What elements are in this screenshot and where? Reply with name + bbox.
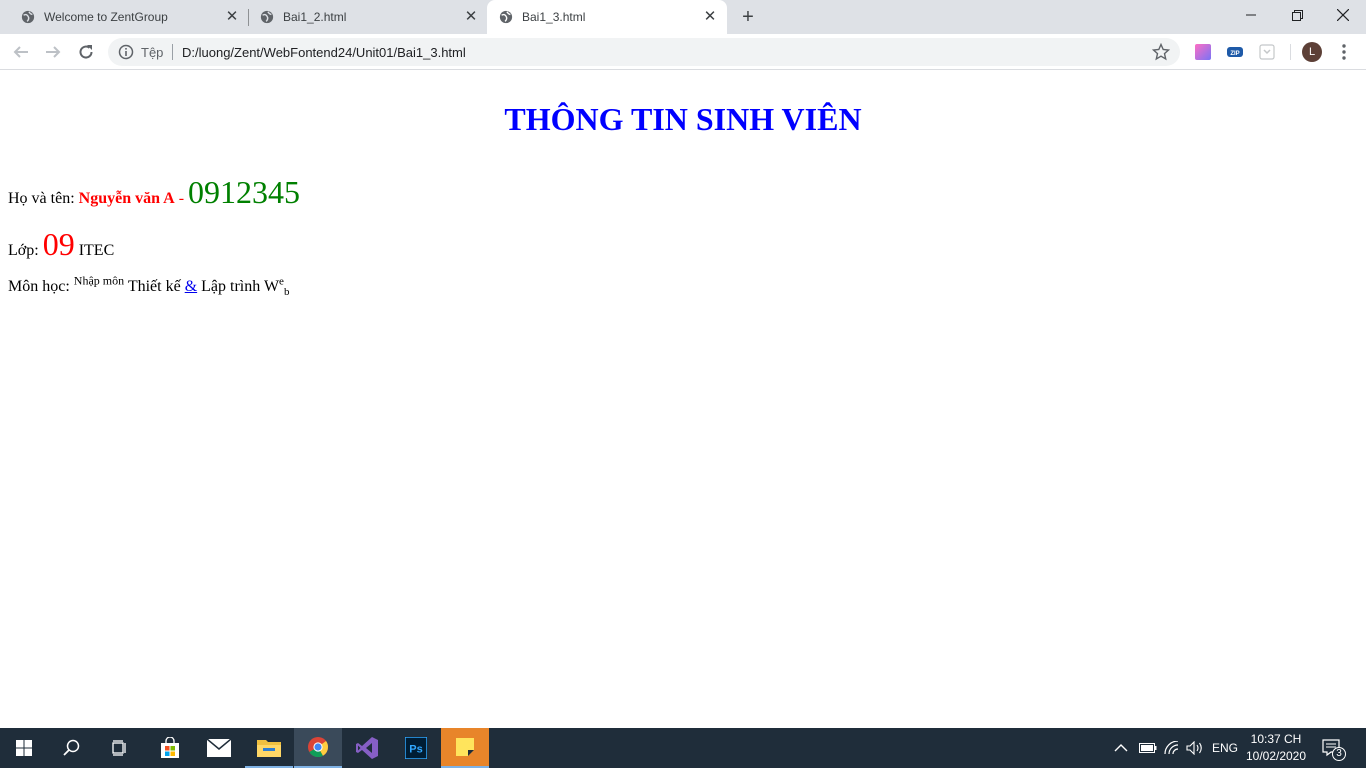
system-clock[interactable]: 10:37 CH 10/02/2020	[1236, 731, 1316, 765]
wifi-icon	[1164, 741, 1179, 755]
star-icon[interactable]	[1152, 43, 1170, 61]
toolbar-divider	[1290, 44, 1291, 60]
close-icon	[1337, 9, 1349, 21]
arrow-right-icon	[46, 46, 61, 58]
globe-icon	[499, 10, 513, 24]
speaker-icon	[1186, 741, 1202, 755]
input-language[interactable]: ENG	[1212, 728, 1238, 768]
subject-part2: Lập trình W	[197, 278, 280, 295]
svg-text:ZIP: ZIP	[1230, 51, 1239, 57]
photoshop-icon: Ps	[405, 737, 427, 759]
omnibox-divider	[172, 44, 173, 60]
subject-part1: Thiết kế	[124, 278, 185, 295]
tab-bai1-2[interactable]: Bai1_2.html ✕	[239, 0, 487, 34]
reload-button[interactable]	[75, 41, 97, 63]
more-menu-icon[interactable]	[1337, 42, 1351, 62]
restore-icon	[1291, 9, 1303, 21]
student-name: Nguyễn văn A	[78, 190, 175, 207]
start-button[interactable]	[0, 728, 48, 768]
tab-welcome[interactable]: Welcome to ZentGroup ✕	[0, 0, 248, 34]
taskbar-search-button[interactable]	[48, 728, 96, 768]
tab-title: Bai1_3.html	[522, 10, 586, 24]
tab-title: Welcome to ZentGroup	[44, 10, 168, 24]
search-icon	[63, 739, 80, 756]
battery-icon	[1139, 743, 1157, 753]
windows-taskbar: Ps ENG 10:37 CH 10/02/2020 3	[0, 728, 1366, 768]
notification-count-badge: 3	[1332, 747, 1346, 761]
name-separator: -	[174, 190, 189, 207]
globe-icon	[21, 10, 35, 24]
taskbar-file-explorer[interactable]	[245, 728, 293, 768]
gradient-extension-icon[interactable]	[1195, 44, 1211, 60]
tab-bai1-3[interactable]: Bai1_3.html ✕	[487, 0, 727, 34]
restore-button[interactable]	[1274, 0, 1320, 30]
class-number: 09	[42, 226, 75, 262]
ampersand-link[interactable]: &	[185, 278, 197, 295]
windows-logo-icon	[16, 740, 32, 756]
folder-icon	[257, 740, 281, 757]
new-tab-button[interactable]: +	[737, 7, 759, 27]
sticky-notes-icon	[456, 738, 474, 756]
class-suffix: ITEC	[74, 242, 115, 259]
address-bar[interactable]: Tệp D:/luong/Zent/WebFontend24/Unit01/Ba…	[108, 38, 1180, 66]
chrome-icon	[308, 737, 329, 758]
student-phone: 0912345	[188, 174, 301, 210]
arrow-left-icon	[13, 46, 28, 58]
mail-icon	[207, 739, 231, 757]
minimize-button[interactable]	[1228, 0, 1274, 30]
student-subject-row: Môn học: Nhập môn Thiết kế & Lập trình W…	[8, 275, 290, 299]
subject-intro-superscript: Nhập môn	[73, 273, 125, 288]
browser-toolbar: Tệp D:/luong/Zent/WebFontend24/Unit01/Ba…	[0, 34, 1366, 70]
page-content: THÔNG TIN SINH VIÊN Họ và tên: Nguyễn vă…	[0, 71, 1366, 728]
zip-extension-icon[interactable]: ZIP	[1227, 44, 1243, 60]
store-icon	[161, 737, 179, 758]
profile-avatar[interactable]: L	[1302, 42, 1322, 62]
close-icon[interactable]: ✕	[701, 8, 719, 26]
subject-label: Môn học:	[8, 278, 74, 295]
name-label: Họ và tên:	[8, 190, 79, 207]
scheme-label: Tệp	[141, 45, 164, 60]
info-icon[interactable]	[118, 44, 134, 60]
svg-text:Ps: Ps	[409, 744, 422, 756]
taskbar-mail[interactable]	[195, 728, 243, 768]
taskbar-photoshop[interactable]: Ps	[392, 728, 440, 768]
minimize-icon	[1246, 14, 1256, 16]
class-label: Lớp:	[8, 242, 43, 259]
taskbar-sticky-notes[interactable]	[441, 728, 489, 768]
close-window-button[interactable]	[1320, 0, 1366, 30]
taskbar-chrome[interactable]	[294, 728, 342, 768]
clock-time: 10:37 CH	[1250, 732, 1302, 746]
back-button[interactable]	[10, 41, 32, 63]
tab-title: Bai1_2.html	[283, 10, 347, 24]
clock-date: 10/02/2020	[1245, 749, 1307, 763]
task-view-icon	[112, 740, 126, 756]
globe-icon	[260, 10, 274, 24]
forward-button[interactable]	[42, 41, 64, 63]
taskbar-visual-studio[interactable]	[343, 728, 391, 768]
volume-control[interactable]	[1186, 728, 1204, 768]
task-view-button[interactable]	[96, 728, 144, 768]
wifi-status[interactable]	[1164, 728, 1180, 768]
action-center-button[interactable]: 3	[1322, 728, 1346, 768]
student-class-row: Lớp: 09 ITEC	[8, 226, 114, 263]
student-name-row: Họ và tên: Nguyễn văn A - 0912345	[8, 174, 300, 211]
subject-b-subscript: b	[283, 286, 290, 299]
battery-status[interactable]	[1139, 728, 1157, 768]
chevron-up-icon	[1114, 744, 1128, 752]
reload-icon	[79, 45, 93, 59]
taskbar-store[interactable]	[146, 728, 194, 768]
tab-strip: Welcome to ZentGroup ✕ Bai1_2.html ✕ Bai…	[0, 0, 1366, 34]
pocket-extension-icon[interactable]	[1259, 44, 1275, 60]
url-text[interactable]: D:/luong/Zent/WebFontend24/Unit01/Bai1_3…	[182, 45, 466, 60]
show-hidden-icons-button[interactable]	[1114, 728, 1128, 768]
close-icon[interactable]: ✕	[462, 8, 480, 26]
visual-studio-icon	[356, 737, 378, 759]
page-title: THÔNG TIN SINH VIÊN	[504, 101, 862, 137]
